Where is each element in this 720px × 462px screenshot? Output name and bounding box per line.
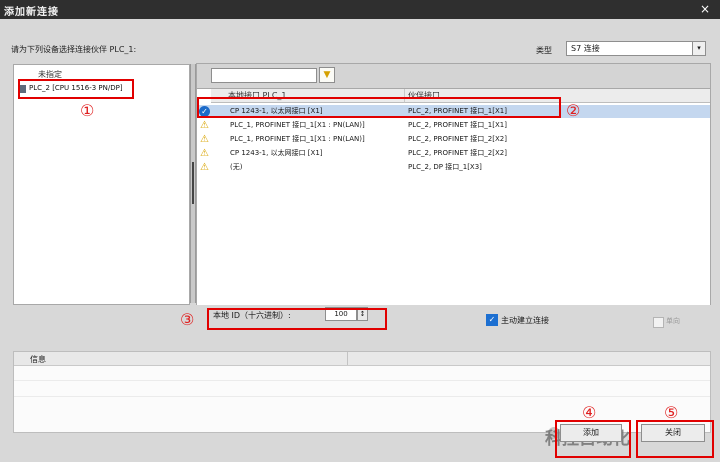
- type-label: 类型: [536, 46, 552, 55]
- connection-type-value: S7 连接: [571, 44, 600, 53]
- annotation-2: ②: [566, 101, 581, 120]
- highlight-box-local-id: [207, 308, 387, 330]
- cell-local-interface: CP 1243-1, 以太网接口 [X1]: [230, 149, 323, 157]
- info-header: 信息: [14, 352, 710, 366]
- connection-type-select[interactable]: S7 连接 ▾: [566, 41, 706, 56]
- window-title: 添加新连接: [4, 7, 59, 18]
- cell-local-interface: (无): [230, 163, 243, 171]
- partner-tree: 未指定 PLC_2 [CPU 1516-3 PN/DP]: [13, 64, 190, 305]
- highlight-box-selected-row: [197, 97, 561, 118]
- one-way-label: 单向: [666, 317, 680, 325]
- highlight-box-tree-item: [18, 79, 134, 99]
- one-way-checkbox[interactable]: [653, 317, 664, 328]
- close-window-icon[interactable]: ×: [700, 2, 710, 16]
- info-header-label: 信息: [30, 355, 46, 364]
- prompt-text: 请为下列设备选择连接伙伴 PLC_1:: [11, 45, 137, 54]
- active-connection-label: 主动建立连接: [501, 316, 549, 325]
- cell-partner-interface: PLC_2, DP 接口_1[X3]: [408, 163, 482, 171]
- warning-icon: ⚠: [200, 162, 209, 173]
- table-row[interactable]: ⚠ CP 1243-1, 以太网接口 [X1] PLC_2, PROFINET 接口…: [197, 147, 710, 160]
- active-connection-checkbox[interactable]: ✓: [486, 314, 498, 326]
- highlight-box-add: [555, 420, 631, 458]
- cell-partner-interface: PLC_2, PROFINET 接口_2[X2]: [408, 135, 507, 143]
- warning-icon: ⚠: [200, 134, 209, 145]
- filter-input[interactable]: [211, 68, 317, 83]
- filter-icon[interactable]: ▼: [319, 67, 335, 83]
- cell-partner-interface: PLC_2, PROFINET 接口_1[X1]: [408, 121, 507, 129]
- info-row-divider: [14, 396, 710, 397]
- warning-icon: ⚠: [200, 120, 209, 131]
- highlight-box-close: [636, 420, 714, 458]
- table-row[interactable]: ⚠ PLC_1, PROFINET 接口_1[X1 : PN(LAN)] PLC_2…: [197, 119, 710, 132]
- annotation-1: ①: [80, 101, 95, 120]
- info-row-divider: [14, 380, 710, 381]
- window-titlebar: 添加新连接 ×: [0, 0, 720, 19]
- table-row[interactable]: ⚠ (无) PLC_2, DP 接口_1[X3]: [197, 161, 710, 174]
- table-row[interactable]: ⚠ PLC_1, PROFINET 接口_1[X1 : PN(LAN)] PLC_2…: [197, 133, 710, 146]
- info-column-divider: [347, 352, 348, 365]
- annotation-4: ④: [582, 403, 597, 422]
- cell-partner-interface: PLC_2, PROFINET 接口_2[X2]: [408, 149, 507, 157]
- splitter-grip[interactable]: [192, 162, 194, 204]
- interface-table: 本地接口 PLC_1 伙伴接口 ✓ CP 1243-1, 以太网接口 [X1] PL…: [197, 88, 710, 305]
- cell-local-interface: PLC_1, PROFINET 接口_1[X1 : PN(LAN)]: [230, 121, 365, 129]
- warning-icon: ⚠: [200, 148, 209, 159]
- cell-local-interface: PLC_1, PROFINET 接口_1[X1 : PN(LAN)]: [230, 135, 365, 143]
- chevron-down-icon[interactable]: ▾: [692, 42, 705, 55]
- annotation-3: ③: [180, 310, 195, 329]
- annotation-5: ⑤: [664, 403, 679, 422]
